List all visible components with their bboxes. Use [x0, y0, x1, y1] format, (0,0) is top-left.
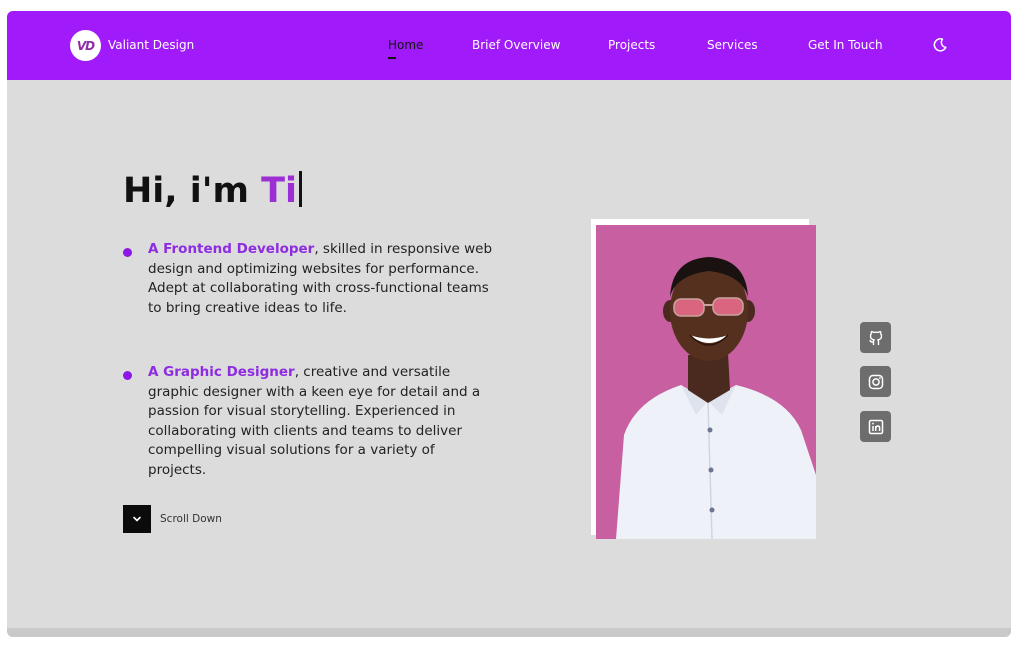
navbar: VD Valiant Design Home Brief Overview Pr… [7, 11, 1011, 80]
hero-heading: Hi, i'm Ti [123, 171, 303, 211]
profile-photo [596, 225, 816, 539]
instagram-icon [868, 374, 883, 389]
nav-services[interactable]: Services [707, 38, 758, 52]
brand-name[interactable]: Valiant Design [108, 38, 194, 52]
nav-home[interactable]: Home [388, 38, 423, 52]
hero-greeting: Hi, i'm [123, 171, 262, 211]
instagram-link[interactable] [860, 366, 891, 397]
linkedin-link[interactable] [860, 411, 891, 442]
portrait-illustration [616, 257, 816, 539]
moon-icon[interactable] [932, 37, 948, 53]
logo[interactable]: VD [70, 30, 101, 61]
page-frame: VD Valiant Design Home Brief Overview Pr… [7, 11, 1011, 637]
role-title: A Frontend Developer [148, 241, 315, 257]
github-icon [868, 330, 882, 345]
linkedin-icon [868, 419, 883, 434]
role-title: A Graphic Designer [148, 364, 295, 380]
scroll-down-button[interactable] [123, 505, 151, 533]
chevron-down-icon [133, 516, 141, 522]
role-frontend: A Frontend Developer, skilled in respons… [148, 240, 493, 318]
next-section-edge [7, 628, 1011, 637]
typing-caret [299, 171, 303, 207]
bullet-dot [123, 371, 132, 380]
nav-brief-overview[interactable]: Brief Overview [472, 38, 560, 52]
nav-get-in-touch[interactable]: Get In Touch [808, 38, 883, 52]
nav-projects[interactable]: Projects [608, 38, 655, 52]
scroll-down-label[interactable]: Scroll Down [160, 513, 222, 525]
role-description: , creative and versatile graphic designe… [148, 364, 481, 478]
github-link[interactable] [860, 322, 891, 353]
nav-active-indicator [388, 57, 396, 59]
hero-typed-name: Ti [261, 171, 298, 211]
bullet-dot [123, 248, 132, 257]
role-designer: A Graphic Designer, creative and versati… [148, 363, 493, 481]
